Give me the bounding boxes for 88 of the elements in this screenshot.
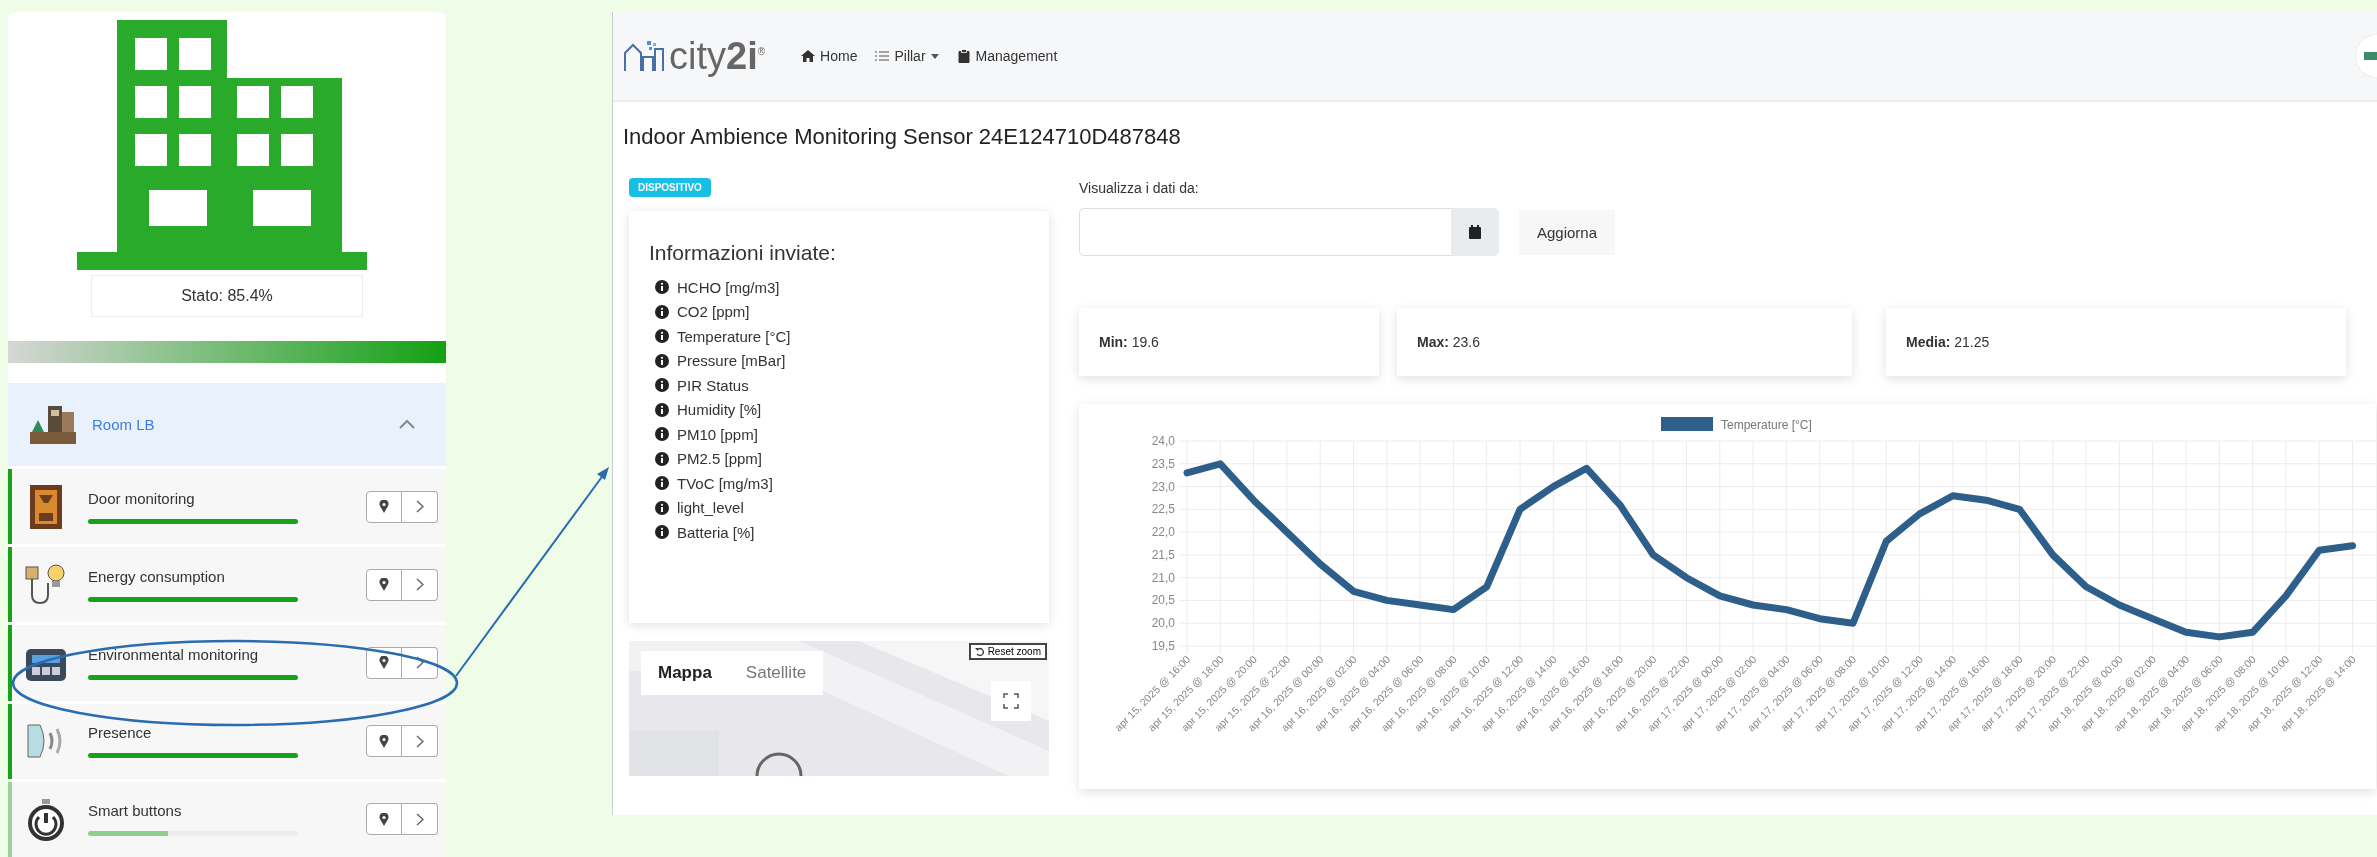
page-title: Indoor Ambience Monitoring Sensor 24E124710D487848 [622,123,1182,150]
info-item: Batteria [%] [677,523,755,541]
pin-icon [379,578,389,592]
info-item: PM10 [ppm] [677,425,758,443]
info-icon [655,451,669,466]
y-tick-label: 24,0 [1151,434,1175,448]
device-name: Energy consumption [88,567,226,585]
device-row[interactable]: Environmental monitoring [8,625,446,701]
date-field[interactable] [1079,208,1451,256]
nav-link[interactable]: Home [801,48,858,64]
list-icon [875,49,890,63]
y-tick-label: 19,5 [1151,639,1175,653]
pin-icon [379,734,389,748]
location-button[interactable] [366,490,402,523]
info-icon [655,280,669,295]
location-button[interactable] [366,803,402,836]
y-tick-label: 21,5 [1151,547,1175,562]
pin-icon [379,812,389,826]
map-tab[interactable]: Mappa [641,651,729,695]
clipboard-icon [956,49,971,63]
fullscreen-icon [1003,693,1019,709]
device-row[interactable]: Door monitoring [8,468,446,545]
chevron-icon [415,578,424,592]
chevron-icon [415,812,424,826]
info-icon [655,353,669,368]
info-item: light_level [677,499,744,517]
date-filter-label: Visualizza i dati da: [1079,180,1200,196]
info-icon [655,500,669,515]
info-icon [655,329,669,344]
reset-zoom-button[interactable]: Reset zoom [968,643,1047,660]
info-item: Pressure [mBar] [677,352,786,370]
info-item: Humidity [%] [677,401,762,419]
device-name: Presence [88,724,153,742]
room-name: Room LB [92,415,155,433]
open-button[interactable] [402,646,438,679]
location-button[interactable] [366,646,402,679]
y-tick-label: 22,5 [1151,502,1175,517]
info-item: HCHO [mg/m3] [677,278,780,296]
info-icon [655,304,669,319]
info-icon [655,378,669,393]
device-name: Smart buttons [88,802,183,820]
y-tick-label: 20,0 [1151,616,1175,631]
stat-text: Media: 21.25 [1906,334,1990,350]
info-item: TVoC [mg/m3] [677,474,773,492]
info-item: Temperature [°C] [677,327,791,345]
info-icon [655,476,669,491]
info-item: PM2.5 [ppm] [677,450,763,468]
device-row[interactable]: Presence [8,703,446,779]
chevron-icon[interactable] [398,418,416,431]
chevron-icon [415,500,424,514]
pin-icon [379,500,389,514]
y-tick-label: 21,0 [1151,570,1175,585]
location-button[interactable] [366,725,402,758]
info-item: PIR Status [677,376,749,394]
home-icon [801,49,816,63]
info-icon [655,402,669,417]
map-tab[interactable]: Satellite [728,651,824,695]
y-tick-label: 23,5 [1151,456,1175,471]
nav-link[interactable]: Pillar [875,48,939,64]
info-item: CO2 [ppm] [677,303,750,321]
legend-label: Temperature [°C] [1721,418,1812,432]
device-badge: DISPOSITIVO [629,178,711,197]
room-header[interactable]: Room LB [8,382,446,466]
chevron-icon [415,734,424,748]
device-name: Door monitoring [88,489,196,507]
info-icon [655,525,669,540]
device-name: Environmental monitoring [88,645,260,663]
y-tick-label: 22,0 [1151,525,1175,540]
pin-icon [379,656,389,670]
y-tick-label: 20,5 [1151,593,1175,608]
status-label: Stato: 85.4% [91,275,363,317]
chevron-icon [415,656,424,670]
nav-link[interactable]: Management [956,48,1058,64]
refresh-button[interactable]: Aggiorna [1519,209,1616,255]
calendar-icon [1469,225,1481,239]
device-row[interactable]: Energy consumption [8,547,446,623]
logo-icon [623,39,665,73]
stat-text: Max: 23.6 [1417,334,1481,350]
legend-swatch[interactable] [1661,417,1713,431]
fullscreen-button[interactable] [991,681,1031,721]
info-icon [655,427,669,442]
logo-text[interactable]: city2i$^{®}$ [669,34,766,78]
y-tick-label: 23,0 [1151,479,1175,494]
calendar-button[interactable] [1451,208,1499,256]
undo-icon [974,646,985,657]
info-heading: Informazioni inviate: [649,241,837,265]
location-button[interactable] [366,568,402,601]
stat-text: Min: 19.6 [1099,334,1159,350]
